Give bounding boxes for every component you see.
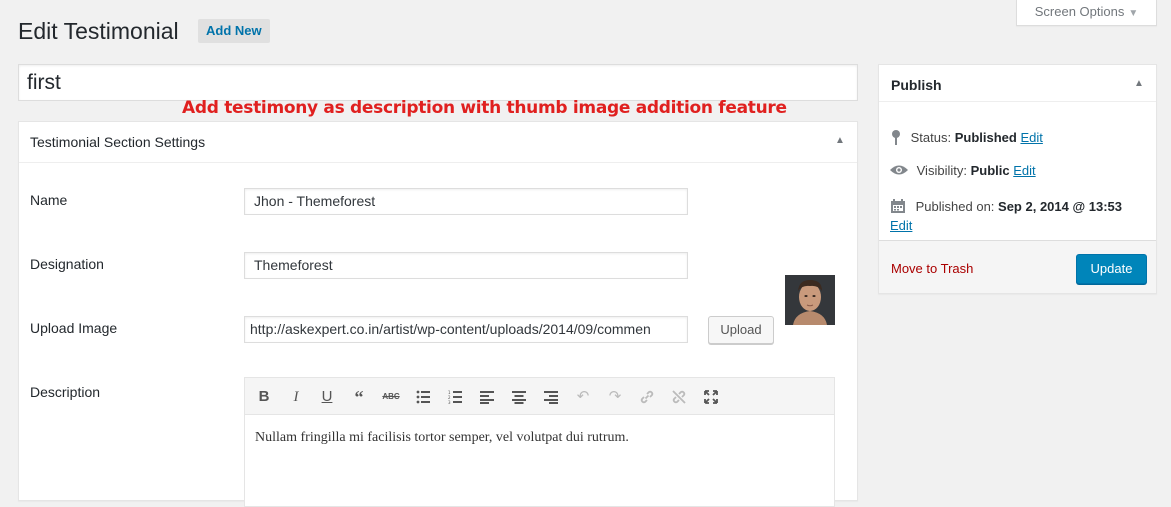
settings-box-header: Testimonial Section Settings ▲ — [19, 122, 857, 163]
screen-options-label: Screen Options — [1034, 4, 1125, 19]
image-url-input[interactable]: http://askexpert.co.in/artist/wp-content… — [244, 316, 688, 343]
publish-collapse-icon[interactable]: ▲ — [1134, 78, 1144, 89]
svg-text:3: 3 — [448, 400, 451, 404]
pin-icon — [892, 130, 900, 145]
name-label: Name — [30, 192, 68, 208]
thumbnail-image — [785, 275, 835, 325]
published-on-label: Published on: — [915, 199, 995, 214]
publish-box: Publish ▲ Status: Published Edit Visibil… — [878, 64, 1157, 294]
remove-link-icon[interactable] — [668, 386, 690, 408]
undo-icon[interactable]: ↶ — [572, 386, 594, 408]
underline-icon[interactable]: U — [316, 386, 338, 408]
name-input[interactable]: Jhon - Themeforest — [244, 188, 688, 215]
publish-actions: Move to Trash Update — [879, 240, 1156, 293]
numbered-list-icon[interactable]: 123 — [444, 386, 466, 408]
editor-toolbar: B I U “ ABC 123 ↶ ↷ — [245, 378, 834, 415]
upload-image-label: Upload Image — [30, 320, 118, 336]
italic-icon[interactable]: I — [285, 386, 307, 408]
visibility-row: Visibility: Public Edit — [889, 163, 1036, 178]
visibility-value: Public — [970, 163, 1010, 178]
collapse-toggle-icon[interactable]: ▲ — [835, 135, 845, 146]
published-on-edit-link[interactable]: Edit — [890, 218, 912, 233]
bold-icon[interactable]: B — [253, 386, 275, 408]
status-value: Published — [954, 130, 1017, 145]
annotation-text: Add testimony as description with thumb … — [182, 98, 787, 118]
move-to-trash-link[interactable]: Move to Trash — [891, 261, 973, 276]
page-title: Edit Testimonial — [18, 18, 179, 44]
status-row: Status: Published Edit — [891, 129, 1043, 145]
fullscreen-icon[interactable] — [700, 386, 722, 408]
calendar-icon — [891, 199, 905, 213]
designation-input[interactable]: Themeforest — [244, 252, 688, 279]
update-button[interactable]: Update — [1076, 254, 1147, 284]
eye-icon — [890, 165, 908, 175]
status-edit-link[interactable]: Edit — [1020, 130, 1042, 145]
published-on-value: Sep 2, 2014 @ 13:53 — [998, 199, 1123, 214]
visibility-label: Visibility: — [916, 163, 967, 178]
settings-box-title: Testimonial Section Settings — [30, 134, 206, 150]
bullet-list-icon[interactable] — [412, 386, 434, 408]
status-label: Status: — [910, 130, 952, 145]
strikethrough-icon[interactable]: ABC — [380, 386, 402, 408]
align-left-icon[interactable] — [476, 386, 498, 408]
post-title-input[interactable]: first — [18, 64, 858, 101]
insert-link-icon[interactable] — [636, 386, 658, 408]
screen-options-button[interactable]: Screen Options ▼ — [1016, 0, 1157, 26]
align-center-icon[interactable] — [508, 386, 530, 408]
description-label: Description — [30, 384, 101, 400]
publish-title: Publish — [891, 77, 942, 93]
caret-down-icon: ▼ — [1128, 8, 1139, 19]
designation-label: Designation — [30, 256, 104, 272]
redo-icon[interactable]: ↷ — [604, 386, 626, 408]
align-right-icon[interactable] — [540, 386, 562, 408]
published-on-row: Published on: Sep 2, 2014 @ 13:53 Edit — [890, 197, 1150, 235]
upload-button[interactable]: Upload — [708, 316, 774, 344]
publish-box-header: Publish ▲ — [879, 65, 1156, 102]
editor-content-area[interactable]: Nullam fringilla mi facilisis tortor sem… — [255, 430, 629, 446]
add-new-button[interactable]: Add New — [198, 19, 270, 43]
description-editor: B I U “ ABC 123 ↶ ↷ Nullam fringilla mi … — [244, 377, 835, 507]
blockquote-icon[interactable]: “ — [348, 386, 370, 408]
visibility-edit-link[interactable]: Edit — [1013, 163, 1035, 178]
